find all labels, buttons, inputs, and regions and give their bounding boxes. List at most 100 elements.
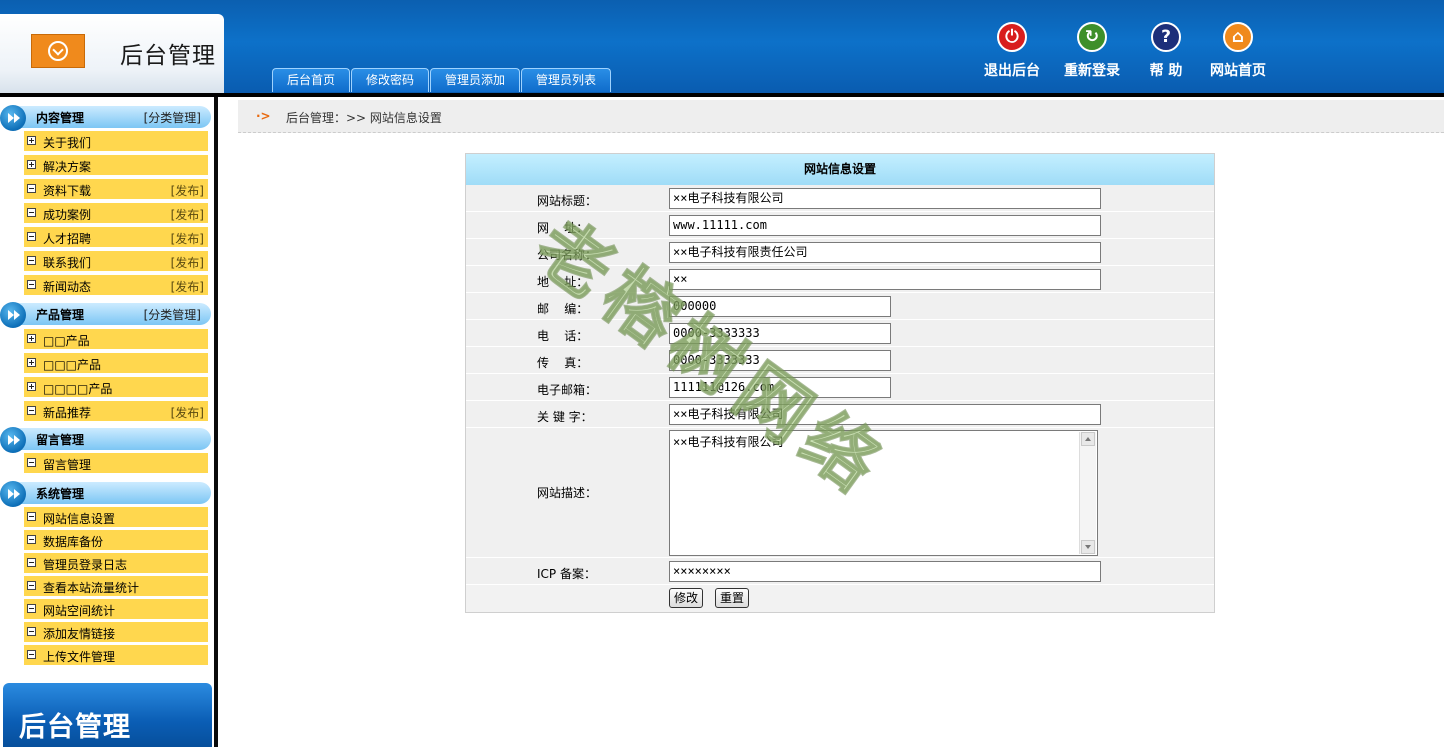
tab-admin-list[interactable]: 管理员列表 <box>521 68 612 92</box>
field-label: 地 址： <box>537 275 589 289</box>
expand-icon <box>27 136 36 145</box>
site-title-input[interactable]: ××电子科技有限公司 <box>669 188 1101 209</box>
phone-input[interactable]: 0000-3333333 <box>669 323 891 344</box>
publish-link[interactable]: [发布] <box>171 278 204 295</box>
collapse-icon <box>27 558 36 567</box>
tab-admin-home[interactable]: 后台首页 <box>272 68 351 92</box>
sidebar-item-new-products[interactable]: 新品推荐 [发布] <box>24 401 208 423</box>
form-row-phone: 电 话： 0000-3333333 <box>466 320 1214 347</box>
logo-icon <box>31 34 85 68</box>
sidebar-item-label: 关于我们 <box>43 136 92 150</box>
sidebar-item-space-stats[interactable]: 网站空间统计 <box>24 599 208 621</box>
field-label: 网站描述： <box>537 486 598 500</box>
sidebar-item-message-manage[interactable]: 留言管理 <box>24 453 208 475</box>
sidebar-item-solutions[interactable]: 解决方案 <box>24 155 208 177</box>
scroll-down-icon[interactable] <box>1081 540 1095 554</box>
sidebar-divider <box>214 97 218 747</box>
breadcrumb: ·> 后台管理：>> 网站信息设置 <box>238 100 1444 133</box>
sidebar-item-label: 新品推荐 <box>43 406 92 420</box>
sidebar-item-label: 资料下载 <box>43 184 92 198</box>
sidebar-section-content[interactable]: 内容管理 [分类管理] <box>0 105 211 131</box>
section-title: 产品管理 <box>36 308 85 322</box>
sidebar-promo-banner: 后台管理 <box>3 683 212 747</box>
field-label: 公司名称： <box>537 248 598 262</box>
email-input[interactable]: 111111@126.com <box>669 377 891 398</box>
site-url-input[interactable]: www.11111.com <box>669 215 1101 236</box>
sidebar-item-label: 人才招聘 <box>43 232 92 246</box>
reset-button[interactable]: 重置 <box>715 588 750 608</box>
sidebar-item-jobs[interactable]: 人才招聘 [发布] <box>24 227 208 249</box>
field-label: 电子邮箱： <box>537 383 598 397</box>
publish-link[interactable]: [发布] <box>171 404 204 421</box>
field-label: 关 键 字： <box>537 410 593 424</box>
sidebar-item-news[interactable]: 新闻动态 [发布] <box>24 275 208 297</box>
sidebar-item-friend-links[interactable]: 添加友情链接 <box>24 622 208 644</box>
sidebar-item-product-3[interactable]: □□□□产品 <box>24 377 208 399</box>
site-info-form: 网站信息设置 网站标题： ××电子科技有限公司 网 址： www.11111.c… <box>465 153 1215 613</box>
collapse-icon <box>27 458 36 467</box>
sidebar: 内容管理 [分类管理] 关于我们 解决方案 资料下载 [发布] 成功案例 [发布] … <box>0 97 214 747</box>
sidebar-item-product-2[interactable]: □□□产品 <box>24 353 208 375</box>
tab-add-admin[interactable]: 管理员添加 <box>430 68 521 92</box>
sidebar-item-downloads[interactable]: 资料下载 [发布] <box>24 179 208 201</box>
relogin-button[interactable]: ↻ 重新登录 <box>1052 22 1132 80</box>
section-arrow-icon <box>0 105 26 131</box>
top-nav: 后台首页 修改密码 管理员添加 管理员列表 <box>272 68 612 93</box>
fax-input[interactable]: 0000-3333333 <box>669 350 891 371</box>
sidebar-item-label: 成功案例 <box>43 208 92 222</box>
help-button[interactable]: ? 帮 助 <box>1126 22 1206 80</box>
form-row-keywords: 关 键 字： ××电子科技有限公司 <box>466 401 1214 428</box>
scroll-up-icon[interactable] <box>1081 432 1095 446</box>
sidebar-item-label: □□□产品 <box>43 358 102 372</box>
description-textarea[interactable]: ××电子科技有限公司 <box>669 430 1098 556</box>
sidebar-section-messages[interactable]: 留言管理 <box>0 427 211 453</box>
submit-button[interactable]: 修改 <box>669 588 704 608</box>
publish-link[interactable]: [发布] <box>171 206 204 223</box>
category-manage-link[interactable]: [分类管理] <box>144 306 201 323</box>
relogin-label: 重新登录 <box>1064 63 1120 79</box>
sidebar-item-upload-files[interactable]: 上传文件管理 <box>24 645 208 667</box>
collapse-icon <box>27 256 36 265</box>
sidebar-item-about[interactable]: 关于我们 <box>24 131 208 153</box>
sidebar-item-label: 留言管理 <box>43 458 92 472</box>
collapse-icon <box>27 406 36 415</box>
icp-input[interactable]: ×××××××× <box>669 561 1101 582</box>
form-row-fax: 传 真： 0000-3333333 <box>466 347 1214 374</box>
description-text: ××电子科技有限公司 <box>673 435 784 449</box>
form-row-url: 网 址： www.11111.com <box>466 212 1214 239</box>
form-row-icp: ICP 备案： ×××××××× <box>466 558 1214 585</box>
sidebar-item-contact[interactable]: 联系我们 [发布] <box>24 251 208 273</box>
form-title: 网站信息设置 <box>466 154 1214 185</box>
sidebar-section-products[interactable]: 产品管理 [分类管理] <box>0 302 211 328</box>
expand-icon <box>27 382 36 391</box>
company-name-input[interactable]: ××电子科技有限责任公司 <box>669 242 1101 263</box>
publish-link[interactable]: [发布] <box>171 182 204 199</box>
sidebar-item-label: □□□□产品 <box>43 382 113 396</box>
section-arrow-icon <box>0 481 26 507</box>
sidebar-item-traffic-stats[interactable]: 查看本站流量统计 <box>24 576 208 598</box>
publish-link[interactable]: [发布] <box>171 254 204 271</box>
tab-change-password[interactable]: 修改密码 <box>351 68 430 92</box>
sidebar-item-site-settings[interactable]: 网站信息设置 <box>24 507 208 529</box>
zipcode-input[interactable]: 000000 <box>669 296 891 317</box>
category-manage-link[interactable]: [分类管理] <box>144 109 201 126</box>
sidebar-item-db-backup[interactable]: 数据库备份 <box>24 530 208 552</box>
expand-icon <box>27 334 36 343</box>
collapse-icon <box>27 208 36 217</box>
breadcrumb-text: 后台管理：>> 网站信息设置 <box>286 111 442 125</box>
sidebar-item-cases[interactable]: 成功案例 [发布] <box>24 203 208 225</box>
publish-link[interactable]: [发布] <box>171 230 204 247</box>
collapse-icon <box>27 627 36 636</box>
keywords-input[interactable]: ××电子科技有限公司 <box>669 404 1101 425</box>
sidebar-section-system[interactable]: 系统管理 <box>0 481 211 507</box>
sidebar-item-login-log[interactable]: 管理员登录日志 <box>24 553 208 575</box>
address-input[interactable]: ×× <box>669 269 1101 290</box>
site-home-button[interactable]: ⌂ 网站首页 <box>1198 22 1278 80</box>
sidebar-item-product-1[interactable]: □□产品 <box>24 329 208 351</box>
textarea-scrollbar[interactable] <box>1079 432 1096 554</box>
logout-button[interactable]: ⏻ 退出后台 <box>972 22 1052 80</box>
home-icon: ⌂ <box>1223 22 1253 52</box>
field-label: 网站标题： <box>537 194 598 208</box>
field-label: ICP 备案： <box>537 567 596 581</box>
form-row-zipcode: 邮 编： 000000 <box>466 293 1214 320</box>
